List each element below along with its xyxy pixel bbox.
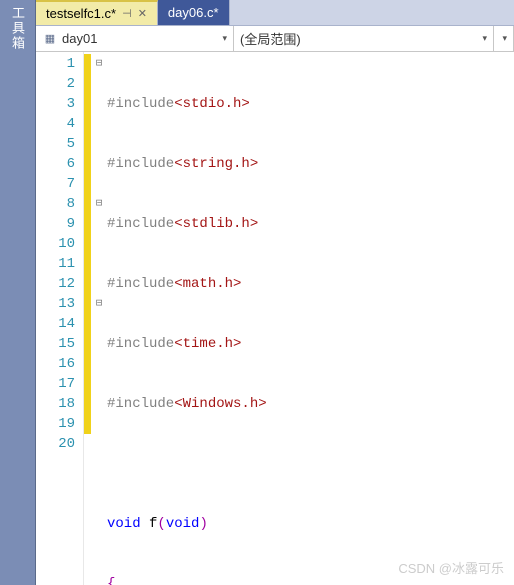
code-editor[interactable]: 1234567891011121314151617181920 ⊟⊟⊟ #inc… xyxy=(36,52,514,585)
pin-icon[interactable]: ⊣ xyxy=(122,7,132,20)
toolbox-panel[interactable]: 工具箱 xyxy=(0,0,36,585)
code-content[interactable]: #include<stdio.h> #include<string.h> #in… xyxy=(107,52,514,585)
line-number-gutter: 1234567891011121314151617181920 xyxy=(36,52,84,585)
project-icon: ▦ xyxy=(42,31,58,47)
navigation-bar: ▦ day01 ▾ (全局范围) ▾ ▾ xyxy=(36,26,514,52)
code-line: #include<time.h> xyxy=(107,334,514,354)
member-dropdown-extra[interactable]: ▾ xyxy=(494,26,514,51)
chevron-down-icon: ▾ xyxy=(222,33,227,44)
code-line: #include<Windows.h> xyxy=(107,394,514,414)
tab-label: testselfc1.c* xyxy=(46,6,116,21)
code-line: #include<stdio.h> xyxy=(107,94,514,114)
code-line: #include<stdlib.h> xyxy=(107,214,514,234)
code-line: #include<math.h> xyxy=(107,274,514,294)
scope-label: day01 xyxy=(62,31,97,46)
code-line: #include<string.h> xyxy=(107,154,514,174)
fold-gutter[interactable]: ⊟⊟⊟ xyxy=(91,52,107,585)
chevron-down-icon: ▾ xyxy=(482,33,487,44)
code-line: { xyxy=(107,574,514,585)
chevron-down-icon: ▾ xyxy=(502,33,507,44)
tab-inactive[interactable]: day06.c* xyxy=(158,0,230,25)
editor-area: testselfc1.c* ⊣ ✕ day06.c* ▦ day01 ▾ (全局… xyxy=(36,0,514,585)
close-icon[interactable]: ✕ xyxy=(138,7,147,20)
toolbox-label: 工具箱 xyxy=(8,6,27,585)
tab-active[interactable]: testselfc1.c* ⊣ ✕ xyxy=(36,0,158,25)
modification-indicator xyxy=(84,52,91,585)
tab-bar: testselfc1.c* ⊣ ✕ day06.c* xyxy=(36,0,514,26)
member-dropdown[interactable]: (全局范围) ▾ xyxy=(234,26,494,51)
code-line xyxy=(107,454,514,474)
scope-dropdown[interactable]: ▦ day01 ▾ xyxy=(36,26,234,51)
tab-label: day06.c* xyxy=(168,5,219,20)
member-label: (全局范围) xyxy=(240,29,301,48)
code-line: void f(void) xyxy=(107,514,514,534)
